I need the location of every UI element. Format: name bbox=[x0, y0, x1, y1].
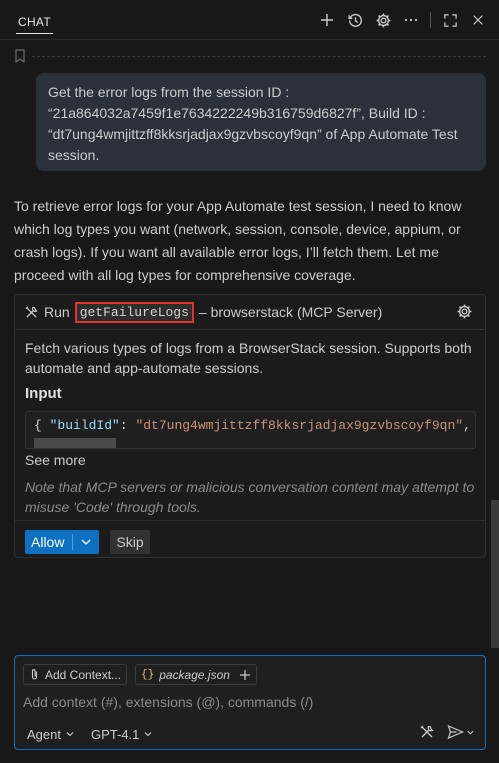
code-value: "dt7ung4wmjittzff8kksrjadjax9gzvbscoyf9q… bbox=[135, 418, 464, 433]
add-context-button[interactable]: Add Context... bbox=[23, 664, 128, 685]
user-message: Get the error logs from the session ID :… bbox=[36, 73, 486, 171]
header-actions bbox=[318, 8, 487, 32]
tool-name: getFailureLogs bbox=[74, 301, 194, 323]
chat-input-toolbar: Agent GPT-4.1 bbox=[27, 724, 475, 744]
more-icon[interactable] bbox=[402, 11, 420, 29]
bookmark-icon[interactable] bbox=[14, 49, 26, 64]
assistant-response: To retrieve error logs for your App Auto… bbox=[14, 198, 462, 283]
header-divider bbox=[430, 12, 431, 28]
chevron-down-icon bbox=[467, 730, 474, 735]
plus-icon[interactable] bbox=[318, 11, 336, 29]
plus-icon[interactable] bbox=[239, 669, 251, 681]
allow-button[interactable]: Allow bbox=[25, 530, 99, 554]
tab-chat[interactable]: CHAT bbox=[16, 10, 53, 34]
close-icon[interactable] bbox=[469, 11, 487, 29]
see-more-link[interactable]: See more bbox=[25, 452, 86, 468]
chat-input-box: Add Context... {} package.json Add conte… bbox=[14, 655, 486, 750]
code-colon: : bbox=[119, 418, 136, 433]
input-code-block[interactable]: { "buildId": "dt7ung4wmjittzff8kksrjadja… bbox=[25, 411, 476, 449]
send-actions bbox=[419, 724, 475, 740]
add-context-label: Add Context... bbox=[45, 667, 122, 682]
code-tail: , " bbox=[463, 418, 475, 433]
allow-label: Allow bbox=[31, 534, 65, 550]
mode-label: Agent bbox=[27, 726, 61, 742]
skip-button[interactable]: Skip bbox=[110, 530, 150, 554]
file-chip-label: package.json bbox=[159, 667, 230, 682]
tools-icon bbox=[24, 305, 39, 320]
input-heading: Input bbox=[25, 385, 62, 402]
chat-input-field[interactable]: Add context (#), extensions (@), command… bbox=[23, 694, 313, 710]
code-open: { bbox=[34, 418, 50, 433]
code-key: "buildId" bbox=[49, 418, 120, 433]
gear-icon[interactable] bbox=[374, 11, 392, 29]
tool-confirmation-card: Run getFailureLogs – browserstack (MCP S… bbox=[14, 294, 486, 558]
chat-header: CHAT bbox=[0, 0, 499, 40]
chevron-down-icon bbox=[143, 729, 153, 739]
tool-actions: Allow Skip bbox=[15, 520, 485, 558]
send-button[interactable] bbox=[447, 724, 475, 740]
panel-scrollbar[interactable] bbox=[491, 500, 499, 648]
gear-icon[interactable] bbox=[456, 303, 473, 320]
mode-picker[interactable]: Agent bbox=[27, 727, 75, 742]
run-label: Run bbox=[44, 304, 70, 320]
chevron-down-icon[interactable] bbox=[73, 536, 99, 548]
send-icon bbox=[447, 724, 464, 740]
json-file-icon: {} bbox=[141, 668, 155, 681]
tools-icon[interactable] bbox=[419, 724, 435, 740]
dashed-line bbox=[32, 56, 486, 57]
file-context-chip[interactable]: {} package.json bbox=[135, 664, 257, 685]
chevron-down-icon bbox=[65, 729, 75, 739]
paperclip-icon bbox=[29, 668, 40, 681]
server-label: – browserstack (MCP Server) bbox=[198, 304, 383, 320]
history-icon[interactable] bbox=[346, 11, 364, 29]
tool-card-header: Run getFailureLogs – browserstack (MCP S… bbox=[15, 295, 485, 330]
maximize-icon[interactable] bbox=[441, 11, 459, 29]
security-note: Note that MCP servers or malicious conve… bbox=[25, 479, 475, 515]
message-divider bbox=[14, 49, 486, 65]
model-label: GPT-4.1 bbox=[90, 726, 140, 742]
tool-description: Fetch various types of logs from a Brows… bbox=[25, 340, 472, 376]
model-picker[interactable]: GPT-4.1 bbox=[91, 727, 153, 742]
code-line: { "buildId": "dt7ung4wmjittzff8kksrjadja… bbox=[34, 418, 475, 433]
code-horizontal-scrollbar[interactable] bbox=[34, 438, 116, 448]
